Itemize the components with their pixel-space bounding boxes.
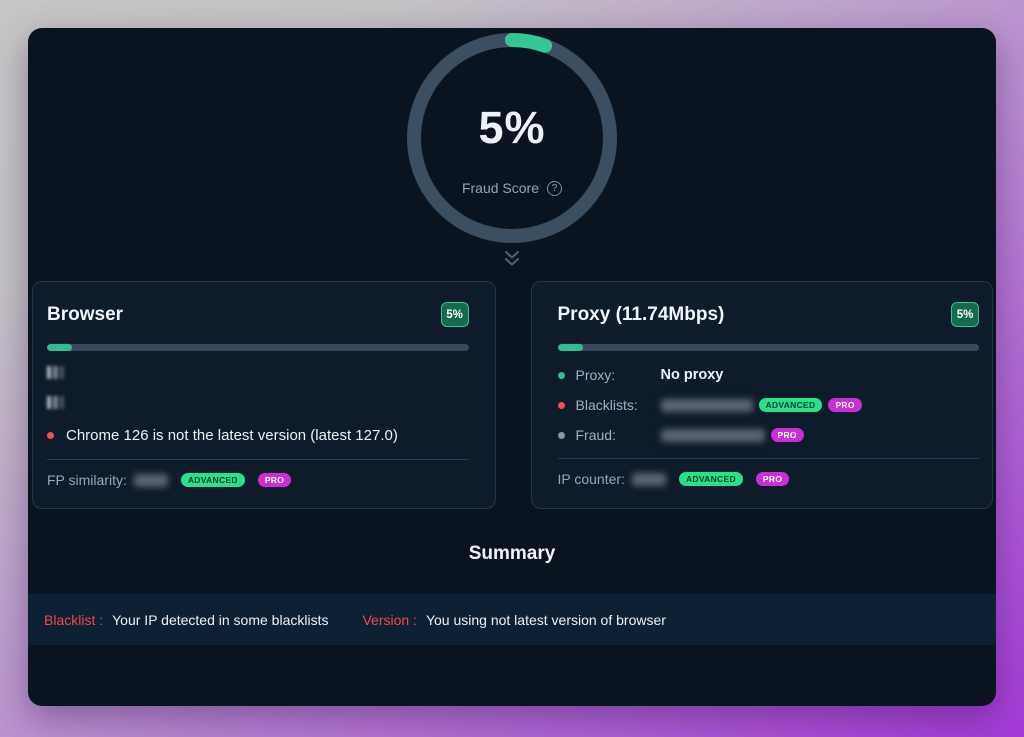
redacted-check-item xyxy=(47,366,64,379)
proxy-row-label: Proxy: xyxy=(576,367,661,383)
browser-panel-title: Browser xyxy=(47,304,123,326)
fp-similarity-label: FP similarity: xyxy=(47,472,127,488)
fraud-row: Fraud: PRO xyxy=(558,427,980,443)
summary-item-blacklist: Blacklist : Your IP detected in some bla… xyxy=(44,612,328,628)
redacted-value xyxy=(632,473,666,486)
browser-version-alert: Chrome 126 is not the latest version (la… xyxy=(47,427,469,444)
redacted-value xyxy=(661,399,753,412)
fraud-score-section: 5% Fraud Score ? xyxy=(28,28,996,281)
proxy-panel-header: Proxy (11.74Mbps) 5% xyxy=(558,302,980,327)
status-dot-icon xyxy=(558,432,565,439)
blacklists-row-label: Blacklists: xyxy=(576,397,661,413)
scroll-down-chevrons-icon[interactable] xyxy=(502,249,522,273)
fraud-score-label: Fraud Score xyxy=(462,180,539,196)
fraud-report-card: 5% Fraud Score ? Browser 5% xyxy=(28,28,996,706)
browser-panel-header: Browser 5% xyxy=(47,302,469,327)
browser-version-alert-text: Chrome 126 is not the latest version (la… xyxy=(66,427,398,444)
summary-key: Blacklist : xyxy=(44,612,103,628)
redacted-value xyxy=(134,474,168,487)
ip-counter-label: IP counter: xyxy=(558,471,625,487)
fraud-score-gauge: 5% Fraud Score ? xyxy=(402,28,622,248)
proxy-progress-fill xyxy=(558,344,583,351)
pro-badge[interactable]: PRO xyxy=(828,398,861,413)
proxy-progress-bar xyxy=(558,344,980,351)
browser-score-badge: 5% xyxy=(441,302,469,327)
browser-progress-fill xyxy=(47,344,72,351)
proxy-row: Proxy: No proxy xyxy=(558,367,980,383)
alert-dot-icon xyxy=(47,432,54,439)
pro-badge[interactable]: PRO xyxy=(771,428,804,443)
status-dot-icon xyxy=(558,402,565,409)
panel-divider xyxy=(558,458,980,459)
redacted-check-item xyxy=(47,396,64,409)
redacted-value xyxy=(661,429,765,442)
advanced-badge[interactable]: ADVANCED xyxy=(759,398,823,413)
summary-item-version: Version : You using not latest version o… xyxy=(362,612,665,628)
blacklists-row: Blacklists: ADVANCED PRO xyxy=(558,397,980,413)
fraud-score-label-row: Fraud Score ? xyxy=(402,180,622,196)
status-dot-icon xyxy=(558,372,565,379)
summary-text: You using not latest version of browser xyxy=(426,612,666,628)
help-question-icon[interactable]: ? xyxy=(547,181,562,196)
proxy-row-value: No proxy xyxy=(661,367,724,383)
advanced-badge[interactable]: ADVANCED xyxy=(181,473,245,488)
summary-title: Summary xyxy=(28,543,996,567)
pro-badge[interactable]: PRO xyxy=(756,472,789,487)
advanced-badge[interactable]: ADVANCED xyxy=(679,472,743,487)
summary-text: Your IP detected in some blacklists xyxy=(112,612,328,628)
proxy-score-badge: 5% xyxy=(951,302,979,327)
summary-band: Blacklist : Your IP detected in some bla… xyxy=(28,594,996,645)
proxy-panel-title: Proxy (11.74Mbps) xyxy=(558,304,725,326)
pro-badge[interactable]: PRO xyxy=(258,473,291,488)
panel-divider xyxy=(47,459,469,460)
fraud-row-label: Fraud: xyxy=(576,427,661,443)
ip-counter-row: IP counter: ADVANCED PRO xyxy=(558,471,980,487)
result-panels-row: Browser 5% Chrome 126 is not the latest … xyxy=(28,281,996,509)
page-background: { "colors": { "accent_green": "#2fbe8f",… xyxy=(0,0,1024,737)
fraud-score-value: 5% xyxy=(402,102,622,154)
browser-progress-bar xyxy=(47,344,469,351)
proxy-panel: Proxy (11.74Mbps) 5% Proxy: No proxy Bla… xyxy=(531,281,994,509)
summary-key: Version : xyxy=(362,612,416,628)
fp-similarity-row: FP similarity: ADVANCED PRO xyxy=(47,472,469,488)
browser-panel: Browser 5% Chrome 126 is not the latest … xyxy=(32,281,496,509)
